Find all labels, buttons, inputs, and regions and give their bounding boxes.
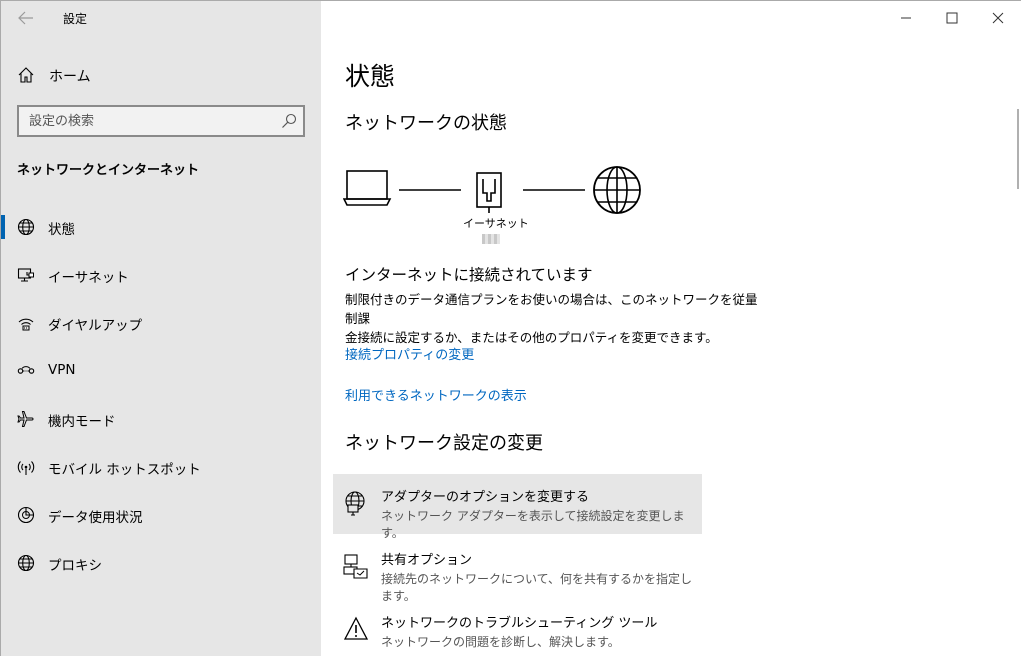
globe-icon (17, 554, 35, 572)
dialup-icon (18, 318, 34, 331)
sidebar-item-label: データ使用状況 (48, 510, 143, 526)
hotspot-icon (17, 461, 35, 475)
sidebar-item-status[interactable]: 状態 (1, 203, 321, 251)
section-label: ネットワークとインターネット (17, 163, 200, 178)
sidebar-item-label: 状態 (48, 222, 75, 238)
sidebar-item-label: ホーム (49, 69, 91, 85)
back-arrow-icon (18, 11, 33, 25)
ethernet-label: イーサネット (463, 217, 529, 230)
sidebar-item-home[interactable]: ホーム (1, 59, 321, 91)
sidebar-item-vpn[interactable]: VPN (1, 347, 321, 395)
ethernet-icon (17, 268, 34, 282)
sidebar-item-label: VPN (48, 362, 76, 378)
main-content: 状態 ネットワークの状態 イーサネット インターネットに接続されています 制限付… (321, 1, 1021, 656)
option-title: アダプターのオプションを変更する (381, 490, 590, 505)
connection-status-title: インターネットに接続されています (345, 266, 593, 284)
sharing-icon (343, 554, 368, 579)
minimize-button[interactable] (891, 7, 921, 29)
home-icon (18, 67, 34, 83)
internet-globe-icon (593, 166, 641, 214)
change-connection-properties-link[interactable]: 接続プロパティの変更 (345, 344, 474, 363)
warning-icon (343, 616, 369, 640)
option-title: ネットワークのトラブルシューティング ツール (381, 616, 658, 631)
option-description: ネットワーク アダプターを表示して接続設定を変更します。 (381, 509, 685, 540)
sidebar-item-hotspot[interactable]: モバイル ホットスポット (1, 443, 321, 491)
close-button[interactable] (983, 7, 1013, 29)
maximize-button[interactable] (937, 7, 967, 29)
laptop-icon (343, 170, 392, 206)
option-description: 接続先のネットワークについて、何を共有するかを指定します。 (381, 572, 693, 603)
change-settings-title: ネットワーク設定の変更 (345, 433, 543, 454)
minimize-icon (901, 17, 911, 19)
sidebar-item-airplane[interactable]: 機内モード (1, 395, 321, 443)
sidebar-item-label: ダイヤルアップ (48, 318, 143, 334)
ethernet-port-icon (476, 172, 502, 213)
sidebar-item-label: 機内モード (48, 414, 116, 430)
close-icon (992, 12, 1004, 24)
back-button[interactable] (13, 7, 39, 29)
adapter-options-item[interactable]: アダプターのオプションを変更する ネットワーク アダプターを表示して接続設定を変… (333, 474, 702, 540)
search-box[interactable] (17, 105, 305, 137)
sharing-options-item[interactable]: 共有オプション 接続先のネットワークについて、何を共有するかを指定します。 (333, 537, 702, 603)
network-name-redacted (482, 234, 500, 244)
airplane-icon (17, 411, 34, 427)
sidebar-nav: 状態 イーサネット ダイヤルアップ VPN 機内モード モバイル ホットスポット (1, 203, 321, 587)
titlebar: 設定 (1, 1, 321, 35)
search-icon (282, 113, 297, 128)
search-input[interactable] (19, 107, 277, 135)
show-available-networks-link[interactable]: 利用できるネットワークの表示 (345, 385, 527, 404)
sidebar-item-ethernet[interactable]: イーサネット (1, 251, 321, 299)
sidebar-item-label: イーサネット (48, 270, 129, 286)
data-usage-icon (17, 506, 35, 524)
sidebar-item-label: プロキシ (48, 558, 102, 574)
adapter-icon (345, 491, 365, 516)
network-status-title: ネットワークの状態 (345, 113, 507, 134)
connection-description-line: 制限付きのデータ通信プランをお使いの場合は、このネットワークを従量制課 (345, 292, 758, 326)
maximize-icon (946, 12, 958, 24)
connection-description: 制限付きのデータ通信プランをお使いの場合は、このネットワークを従量制課 金接続に… (345, 290, 765, 347)
sidebar-item-label: モバイル ホットスポット (48, 462, 201, 478)
scrollbar[interactable] (1017, 109, 1019, 189)
option-title: 共有オプション (381, 553, 473, 568)
globe-icon (17, 218, 35, 236)
sidebar-item-proxy[interactable]: プロキシ (1, 539, 321, 587)
vpn-icon (17, 366, 35, 374)
sidebar-item-dialup[interactable]: ダイヤルアップ (1, 299, 321, 347)
option-description: ネットワークの問題を診断し、解決します。 (381, 635, 620, 649)
app-title: 設定 (63, 12, 88, 26)
page-title: 状態 (345, 62, 396, 91)
troubleshooter-item[interactable]: ネットワークのトラブルシューティング ツール ネットワークの問題を診断し、解決し… (333, 600, 702, 656)
settings-window: 設定 ホーム ネットワークとインターネット 状態 イーサネット ダイヤルアップ (0, 0, 1021, 656)
sidebar: 設定 ホーム ネットワークとインターネット 状態 イーサネット ダイヤルアップ (1, 1, 321, 656)
sidebar-item-data-usage[interactable]: データ使用状況 (1, 491, 321, 539)
